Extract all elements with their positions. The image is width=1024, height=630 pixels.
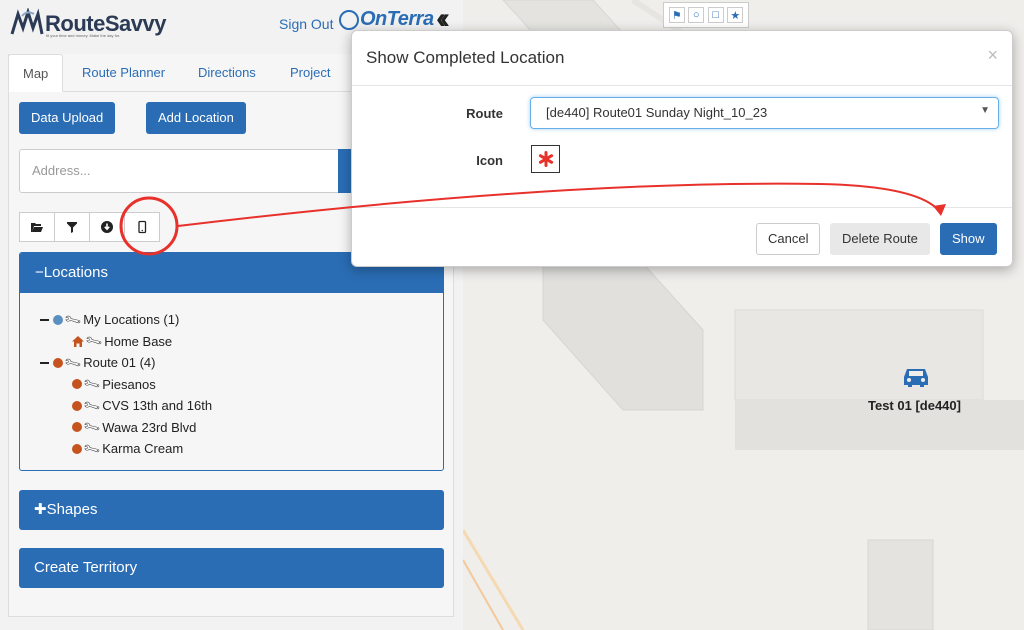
star-icon[interactable]: ★ <box>727 7 744 23</box>
route-select[interactable]: [de440] Route01 Sunday Night_10_23 ▼ <box>530 97 999 129</box>
wrench-icon[interactable]: 🔧︎ <box>63 353 83 373</box>
wrench-icon[interactable]: 🔧︎ <box>82 374 102 394</box>
filter-icon[interactable] <box>54 212 90 242</box>
icon-label: Icon <box>476 153 503 168</box>
tab-map[interactable]: Map <box>8 54 64 92</box>
show-completed-location-modal: Show Completed Location × Route [de440] … <box>351 30 1013 267</box>
tree-item[interactable]: 🔧︎ Piesanos <box>40 374 212 396</box>
circle-icon[interactable]: ○ <box>688 7 705 23</box>
route-select-value: [de440] Route01 Sunday Night_10_23 <box>546 105 768 120</box>
group-dot-icon <box>53 357 63 368</box>
tree-item[interactable]: 🔧︎ Wawa 23rd Blvd <box>40 417 212 439</box>
modal-title: Show Completed Location <box>366 48 565 67</box>
collapse-minus-icon[interactable] <box>40 318 49 321</box>
item-label: Home Base <box>104 333 173 349</box>
folder-open-icon[interactable] <box>19 212 55 242</box>
tree-group[interactable]: 🔧︎ Route 01 (4) <box>40 352 212 374</box>
tab-route-planner[interactable]: Route Planner <box>68 54 179 92</box>
delete-route-button[interactable]: Delete Route <box>830 223 930 255</box>
close-icon[interactable]: × <box>987 45 998 66</box>
item-label: CVS 13th and 16th <box>102 398 213 414</box>
cancel-button[interactable]: Cancel <box>756 223 821 255</box>
group-label: My Locations (1) <box>83 312 180 328</box>
tab-project[interactable]: Project <box>276 54 344 92</box>
tree-item[interactable]: 🔧︎ Karma Cream <box>40 438 212 460</box>
wrench-icon[interactable]: 🔧︎ <box>84 331 104 351</box>
wrench-icon[interactable]: 🔧︎ <box>63 310 83 330</box>
globe-icon <box>339 9 359 30</box>
tree-item[interactable]: 🔧︎ Home Base <box>40 331 212 353</box>
onterra-logo: OnTerra <box>339 8 434 31</box>
modal-header: Show Completed Location <box>352 31 1012 86</box>
sign-out-link[interactable]: Sign Out <box>279 16 333 32</box>
home-icon <box>72 335 84 347</box>
show-button[interactable]: Show <box>940 223 997 255</box>
modal-footer: Cancel Delete Route Show <box>352 207 1012 267</box>
icon-picker[interactable] <box>531 145 560 173</box>
wrench-icon[interactable]: 🔧︎ <box>82 396 102 416</box>
mobile-icon[interactable] <box>124 212 160 242</box>
route-label: Route <box>466 106 503 121</box>
group-dot-icon <box>53 314 63 325</box>
wrench-icon[interactable]: 🔧︎ <box>82 439 102 459</box>
item-label: Karma Cream <box>102 441 184 457</box>
add-location-button[interactable]: Add Location <box>146 102 246 134</box>
onterra-text: OnTerra <box>360 8 434 30</box>
tree-group[interactable]: 🔧︎ My Locations (1) <box>40 309 212 331</box>
logo-tagline: fit your time and money. Make the day fo… <box>46 33 121 38</box>
location-dot-icon <box>72 422 82 433</box>
shapes-header[interactable]: ✚Shapes <box>19 490 444 530</box>
locations-panel: −Locations 🔧︎ My Locations (1) 🔧︎ Home B… <box>19 252 444 471</box>
create-territory-header[interactable]: Create Territory <box>19 548 444 588</box>
locations-tree: 🔧︎ My Locations (1) 🔧︎ Home Base 🔧︎ Rout… <box>40 309 212 460</box>
item-label: Wawa 23rd Blvd <box>102 419 197 435</box>
location-toolbar <box>19 212 160 242</box>
location-dot-icon <box>72 443 82 454</box>
group-label: Route 01 (4) <box>83 355 156 371</box>
data-upload-button[interactable]: Data Upload <box>19 102 116 134</box>
map-marker-label: Test 01 [de440] <box>868 398 961 413</box>
square-icon[interactable]: □ <box>707 7 724 23</box>
wrench-icon[interactable]: 🔧︎ <box>82 417 102 437</box>
asterisk-icon <box>538 151 553 167</box>
download-circle-icon[interactable] <box>89 212 125 242</box>
tree-item[interactable]: 🔧︎ CVS 13th and 16th <box>40 395 212 417</box>
item-label: Piesanos <box>102 376 156 392</box>
map-draw-toolbar: ⚑ ○ □ ★ <box>663 2 749 28</box>
chevron-down-icon: ▼ <box>980 105 990 116</box>
logo-mark-icon <box>10 8 44 35</box>
double-chevron-left-icon[interactable]: ‹‹ <box>436 4 450 34</box>
location-dot-icon <box>72 379 82 390</box>
car-icon[interactable] <box>900 365 932 389</box>
tab-directions[interactable]: Directions <box>184 54 270 92</box>
collapse-minus-icon[interactable] <box>40 361 49 364</box>
address-input[interactable]: Address... <box>19 149 339 193</box>
flag-icon[interactable]: ⚑ <box>668 7 685 23</box>
location-dot-icon <box>72 400 82 411</box>
